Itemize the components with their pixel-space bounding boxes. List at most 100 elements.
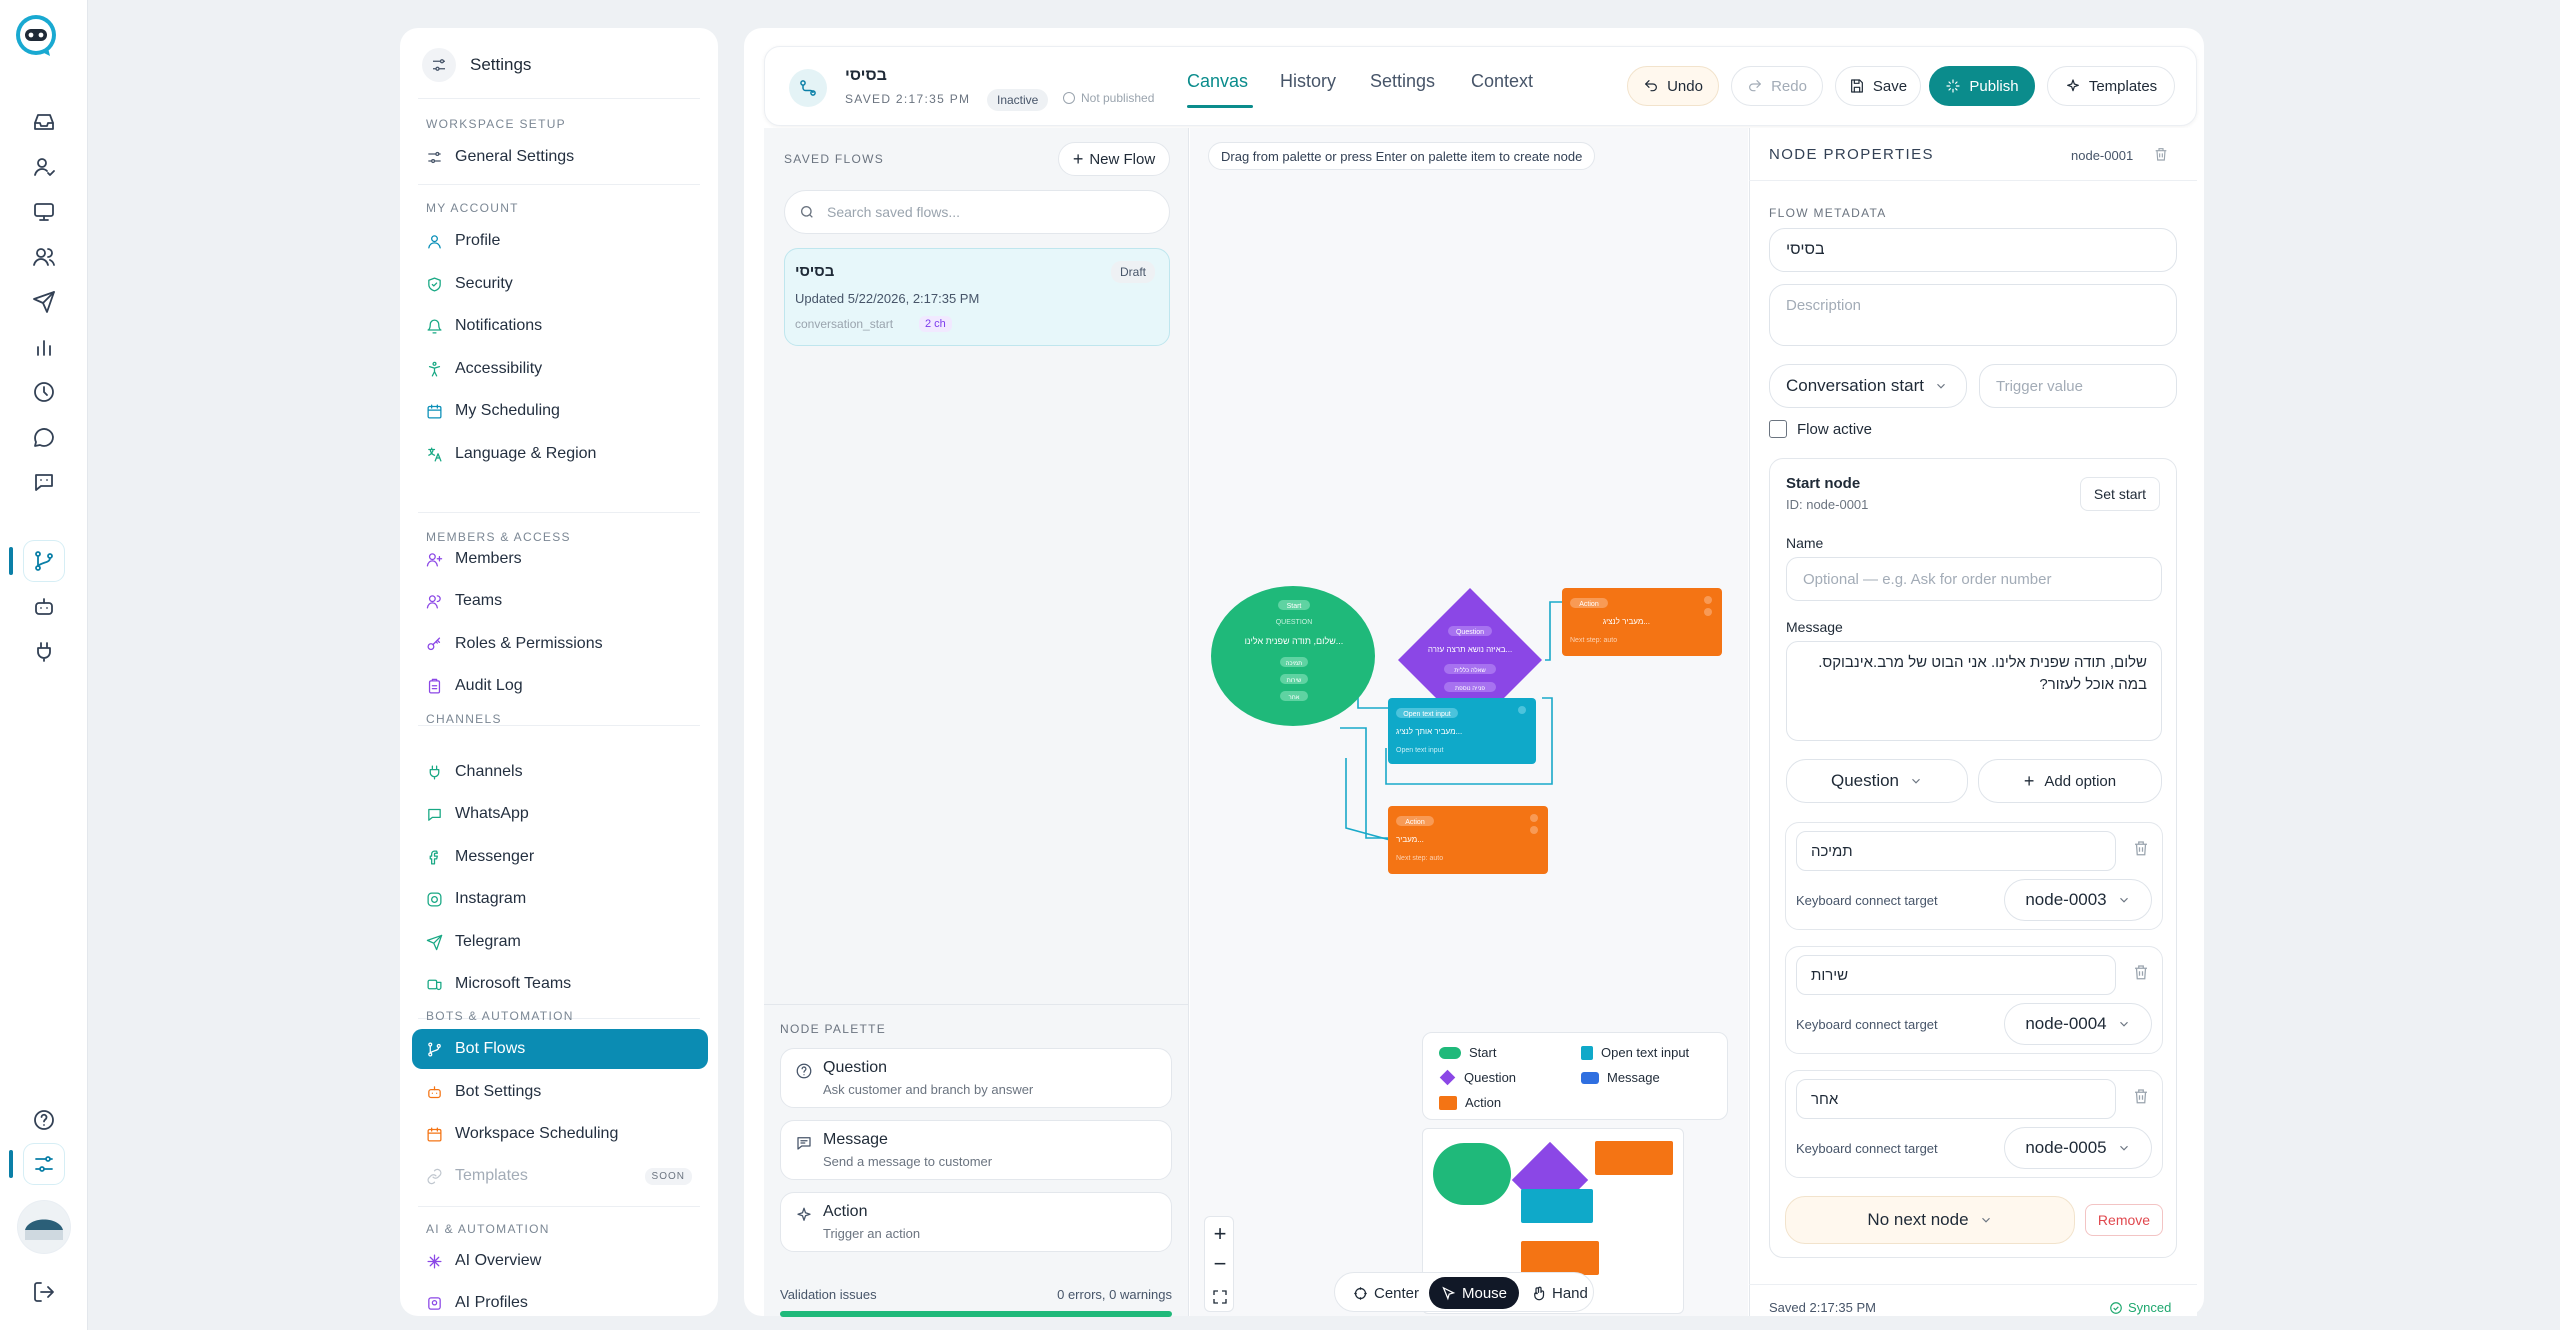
nav-security[interactable]: Security (412, 264, 708, 304)
delete-option-button[interactable] (2132, 839, 2154, 861)
bot-chat-icon[interactable] (24, 462, 64, 502)
nav-messenger[interactable]: Messenger (412, 837, 708, 877)
avatar[interactable] (17, 1200, 71, 1254)
center-button[interactable]: Center (1343, 1279, 1429, 1307)
nav-members[interactable]: Members (412, 539, 708, 579)
target-select[interactable]: node-0003 (2004, 879, 2152, 921)
nav-telegram[interactable]: Telegram (412, 922, 708, 962)
nav-whatsapp[interactable]: WhatsApp (412, 794, 708, 834)
flow-active-toggle[interactable]: Flow active (1769, 420, 1872, 438)
settings-header: Settings (422, 48, 531, 82)
option-input[interactable]: שירות (1796, 955, 2116, 995)
legend-label: Action (1465, 1095, 1502, 1110)
message-textarea[interactable]: שלום, תודה שפנית אלינו. אני הבוט של מרב.… (1786, 641, 2162, 741)
nav-bot-flows[interactable]: Bot Flows (412, 1029, 708, 1069)
nav-ai-overview[interactable]: AI Overview (412, 1241, 708, 1281)
set-start-button[interactable]: Set start (2080, 477, 2160, 511)
nav-ai-profiles[interactable]: AI Profiles (412, 1283, 708, 1316)
nav-workspace-scheduling[interactable]: Workspace Scheduling (412, 1114, 708, 1154)
zoom-out-button[interactable]: − (1205, 1250, 1235, 1280)
flow-canvas[interactable]: Drag from palette or press Enter on pale… (1190, 128, 1748, 1316)
nav-teams[interactable]: Teams (412, 581, 708, 621)
chat-icon[interactable] (24, 417, 64, 457)
nav-microsoft-teams[interactable]: Microsoft Teams (412, 964, 708, 1004)
tab-canvas[interactable]: Canvas (1187, 71, 1248, 92)
chevron-down-icon (1912, 778, 1920, 784)
name-input[interactable]: Optional — e.g. Ask for order number (1786, 557, 2162, 601)
tab-context[interactable]: Context (1471, 71, 1533, 92)
palette-message[interactable]: Message Send a message to customer (780, 1120, 1172, 1180)
logo[interactable] (12, 12, 60, 60)
fit-view-button[interactable] (1212, 1289, 1228, 1305)
add-option-button[interactable]: + Add option (1978, 759, 2162, 803)
target-value: node-0005 (2025, 1138, 2107, 1157)
next-node-select[interactable]: No next node (1785, 1196, 2075, 1244)
nav-general-settings[interactable]: General Settings (412, 137, 708, 177)
action-node-2[interactable]: Action מעביר... Next step: auto (1388, 806, 1548, 874)
zoom-in-button[interactable]: + (1205, 1219, 1235, 1249)
square-swatch (1439, 1095, 1457, 1110)
help-icon[interactable] (24, 1100, 64, 1140)
open-text-node[interactable]: Open text input מעביר אותך לנציג... Open… (1388, 698, 1536, 764)
flow-card[interactable]: בסיסי Draft Updated 5/22/2026, 2:17:35 P… (784, 248, 1170, 346)
delete-node-button[interactable] (2153, 146, 2169, 162)
checkbox[interactable] (1769, 420, 1787, 438)
target-select[interactable]: node-0005 (2004, 1127, 2152, 1169)
legend-action: Action (1439, 1095, 1501, 1110)
save-button[interactable]: Save (1835, 66, 1921, 106)
bot-flows-icon[interactable] (24, 541, 64, 581)
contacts-icon[interactable] (24, 147, 64, 187)
users-icon[interactable] (24, 237, 64, 277)
node-type-select[interactable]: Question (1786, 759, 1968, 803)
flow-topbar: בסיסי SAVED 2:17:35 PM Inactive Not publ… (764, 46, 2197, 126)
start-node[interactable]: Start QUESTION שלום, תודה שפנית אלינו...… (1211, 586, 1375, 726)
nav-channels[interactable]: Channels (412, 752, 708, 792)
nav-audit-log[interactable]: Audit Log (412, 666, 708, 706)
action-node-1[interactable]: Action מעביר לנציג... Next step: auto (1562, 588, 1722, 656)
nav-profile[interactable]: Profile (412, 221, 708, 261)
nav-accessibility[interactable]: Accessibility (412, 349, 708, 389)
description-input[interactable]: Description (1769, 284, 2177, 346)
new-flow-button[interactable]: + New Flow (1058, 142, 1170, 176)
bot-icon[interactable] (24, 587, 64, 627)
flow-name-input[interactable]: בסיסי (1769, 228, 2177, 272)
validation-label: Validation issues (780, 1287, 877, 1302)
send-icon[interactable] (24, 282, 64, 322)
undo-button[interactable]: Undo (1627, 66, 1719, 106)
validation-value: 0 errors, 0 warnings (1057, 1287, 1172, 1302)
option-input[interactable]: תמיכה (1796, 831, 2116, 871)
nav-notifications[interactable]: Notifications (412, 306, 708, 346)
plug-icon[interactable] (24, 632, 64, 672)
delete-option-button[interactable] (2132, 963, 2154, 985)
settings-icon[interactable] (24, 1144, 64, 1184)
tab-history[interactable]: History (1280, 71, 1336, 92)
mouse-mode-button[interactable]: Mouse (1429, 1277, 1519, 1309)
inbox-icon[interactable] (24, 102, 64, 142)
delete-option-button[interactable] (2132, 1087, 2154, 1109)
circle-icon (1063, 92, 1075, 104)
tab-settings[interactable]: Settings (1370, 71, 1435, 92)
logout-icon[interactable] (24, 1272, 64, 1312)
nav-language-region[interactable]: Language & Region (412, 434, 708, 474)
hand-mode-button[interactable]: Hand (1525, 1279, 1594, 1307)
publish-button[interactable]: Publish (1929, 66, 2035, 106)
search-placeholder: Search saved flows... (827, 204, 961, 220)
palette-action[interactable]: Action Trigger an action (780, 1192, 1172, 1252)
redo-button[interactable]: Redo (1731, 66, 1823, 106)
option-input[interactable]: אחר (1796, 1079, 2116, 1119)
trigger-select[interactable]: Conversation start (1769, 364, 1967, 408)
templates-button[interactable]: Templates (2047, 66, 2175, 106)
nav-instagram[interactable]: Instagram (412, 879, 708, 919)
palette-question[interactable]: Question Ask customer and branch by answe… (780, 1048, 1172, 1108)
nav-roles-permissions[interactable]: Roles & Permissions (412, 624, 708, 664)
analytics-icon[interactable] (24, 327, 64, 367)
remove-button[interactable]: Remove (2085, 1204, 2163, 1236)
target-select[interactable]: node-0004 (2004, 1003, 2152, 1045)
search-flows[interactable]: Search saved flows... (784, 190, 1170, 234)
trigger-value-input[interactable]: Trigger value (1979, 364, 2177, 408)
history-icon[interactable] (24, 372, 64, 412)
monitor-icon[interactable] (24, 192, 64, 232)
nav-bot-settings[interactable]: Bot Settings (412, 1072, 708, 1112)
option-card: שירות Keyboard connect target node-0004 (1785, 946, 2163, 1054)
nav-my-scheduling[interactable]: My Scheduling (412, 391, 708, 431)
